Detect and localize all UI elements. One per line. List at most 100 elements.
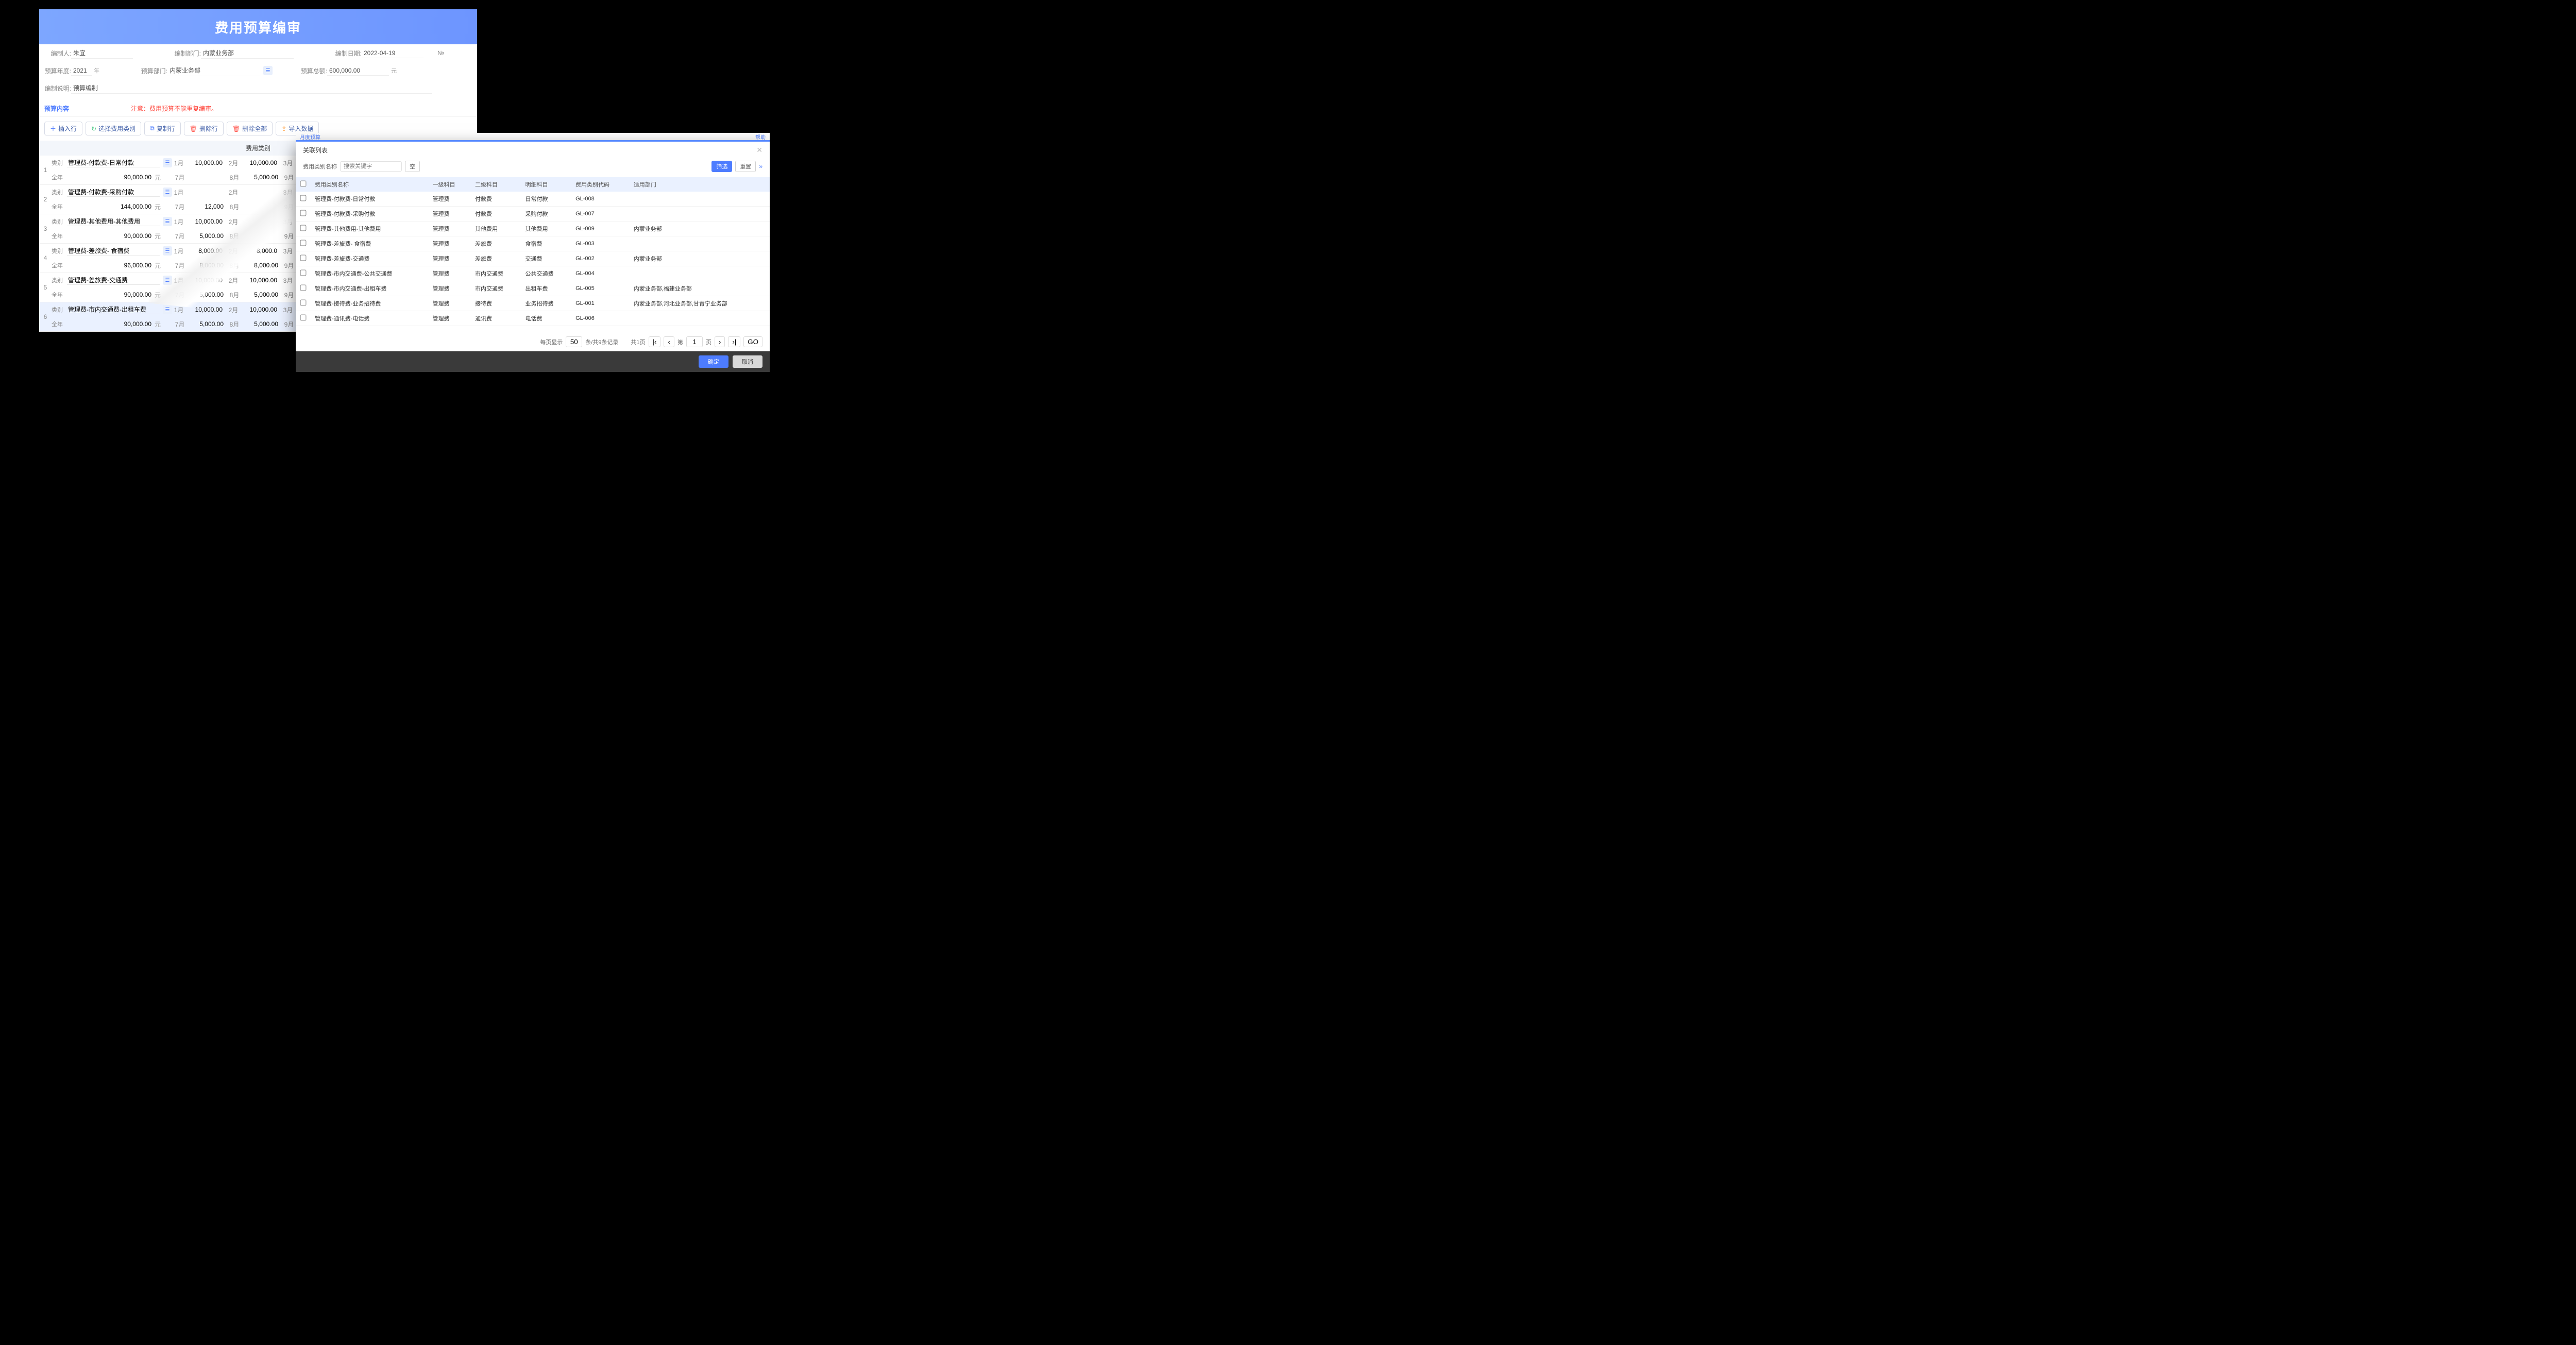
dept-picker-icon[interactable]: ☰ <box>263 66 273 75</box>
page-title: 费用预算编审 <box>215 18 301 37</box>
cell-name: 管理费-差旅费- 食宿费 <box>311 236 429 251</box>
row-cat-label: 类别 <box>52 305 67 314</box>
amount-cell[interactable]: 10,000.00 <box>185 306 227 313</box>
table-row[interactable]: 管理费-通讯费-电话费管理费通讯费电话费GL-006 <box>296 311 770 326</box>
choose-category-button[interactable]: ↻选择费用类别 <box>86 122 141 135</box>
row-checkbox[interactable] <box>300 255 307 261</box>
desc-value[interactable]: 预算编制 <box>71 82 432 94</box>
ok-button[interactable]: 确定 <box>699 355 728 368</box>
delete-all-button[interactable]: 🗑删除全部 <box>227 122 273 135</box>
category-picker-icon[interactable]: ☰ <box>163 305 172 314</box>
amount-cell[interactable]: 10,000.00 <box>185 159 227 166</box>
amount-cell[interactable]: 10,000.00 <box>240 277 281 284</box>
amount-cell[interactable]: 10,000.00 <box>185 218 227 225</box>
row-index: 2 <box>39 185 52 214</box>
desc-label: 编制说明: <box>44 84 71 93</box>
category-picker-icon[interactable]: ☰ <box>163 217 172 226</box>
filter-button[interactable]: 筛选 <box>711 161 732 172</box>
section-bar: 预算内容 注意：费用预算不能重复编审。 <box>39 101 477 116</box>
first-page-button[interactable]: |‹ <box>649 336 661 347</box>
table-row[interactable]: 管理费-其他费用-其他费用管理费其他费用其他费用GL-009内蒙业务部 <box>296 222 770 236</box>
last-page-button[interactable]: ›| <box>728 336 740 347</box>
col-l1: 一级科目 <box>429 177 471 192</box>
amount-cell[interactable]: 8,000.00 <box>187 262 228 269</box>
amount-cell[interactable]: 10,000.00 <box>240 159 281 166</box>
perpage-input[interactable] <box>566 336 582 347</box>
amount-cell[interactable]: 5,000.00 <box>187 320 228 328</box>
amount-cell[interactable]: 10,000.00 <box>185 277 227 284</box>
row-checkbox[interactable] <box>300 315 307 321</box>
category-cell[interactable]: 管理费-差旅费- 食宿费 <box>67 246 160 256</box>
amount-cell[interactable]: 8,000.00 <box>185 247 227 254</box>
table-row[interactable]: 管理费-接待费-业务招待费管理费接待费业务招待费GL-001内蒙业务部,河北业务… <box>296 296 770 311</box>
amount-cell[interactable]: 5,000.00 <box>187 291 228 298</box>
cell-l2: 接待费 <box>471 296 521 311</box>
cell-name: 管理费-市内交通费-出租车费 <box>311 281 429 296</box>
category-picker-icon[interactable]: ☰ <box>163 188 172 197</box>
next-page-button[interactable]: › <box>715 336 725 347</box>
plus-icon: ＋ <box>50 124 56 133</box>
category-cell[interactable]: 管理费-付款费-采购付款 <box>67 188 160 197</box>
currency-unit: 元 <box>155 232 161 241</box>
close-icon[interactable]: ✕ <box>756 146 762 155</box>
reset-button[interactable]: 重置 <box>735 161 756 172</box>
year-total-cell[interactable]: 96,000.00 <box>67 262 154 269</box>
preparer-value: 朱宜 <box>71 47 133 59</box>
year-total-cell[interactable]: 90,000.00 <box>67 291 154 298</box>
category-picker-icon[interactable]: ☰ <box>163 276 172 285</box>
category-picker-icon[interactable]: ☰ <box>163 158 172 167</box>
table-row[interactable]: 管理费-差旅费- 食宿费管理费差旅费食宿费GL-003 <box>296 236 770 251</box>
table-row[interactable]: 管理费-付款费-采购付款管理费付款费采购付款GL-007 <box>296 207 770 222</box>
prev-page-button[interactable]: ‹ <box>664 336 674 347</box>
go-button[interactable]: GO <box>743 336 762 347</box>
category-cell[interactable]: 管理费-市内交通费-出租车费 <box>67 305 160 314</box>
copy-row-button[interactable]: ⧉复制行 <box>144 122 181 135</box>
copy-icon: ⧉ <box>150 125 155 132</box>
amount-cell[interactable]: 8,000.0 <box>240 247 281 254</box>
year-total-cell[interactable]: 144,000.00 <box>67 203 154 210</box>
amount-cell[interactable]: 5,000.00 <box>187 232 228 240</box>
amount-cell[interactable]: 5,000.00 <box>241 291 282 298</box>
tab-budget-content[interactable]: 预算内容 <box>44 104 69 113</box>
row-checkbox[interactable] <box>300 210 307 216</box>
dialog-footer: 确定 取消 <box>296 351 770 372</box>
year-total-cell[interactable]: 90,000.00 <box>67 320 154 328</box>
insert-row-button[interactable]: ＋插入行 <box>44 122 82 135</box>
table-row[interactable]: 管理费-市内交通费-公共交通费管理费市内交通费公共交通费GL-004 <box>296 266 770 281</box>
month-label: 9月 <box>282 261 296 270</box>
table-row[interactable]: 管理费-差旅费-交通费管理费差旅费交通费GL-002内蒙业务部 <box>296 251 770 266</box>
amount-cell[interactable]: 12,000 <box>187 203 228 210</box>
amount-cell[interactable]: 8,000.00 <box>241 262 282 269</box>
year-total-cell[interactable]: 90,000.00 <box>67 174 154 181</box>
category-cell[interactable]: 管理费-付款费-日常付款 <box>67 158 160 167</box>
delete-row-button[interactable]: 🗑删除行 <box>184 122 224 135</box>
amount-cell[interactable]: 5,000.00 <box>241 320 282 328</box>
year-total-cell[interactable]: 90,000.00 <box>67 232 154 240</box>
expand-icon[interactable]: » <box>759 163 762 170</box>
select-all-checkbox[interactable] <box>300 181 307 187</box>
search-input[interactable] <box>340 161 402 172</box>
clear-button[interactable]: 空 <box>405 161 420 172</box>
amount-cell[interactable]: 5,000.00 <box>241 174 282 181</box>
month-label: 1月 <box>172 188 185 197</box>
parent-help-link[interactable]: 帮助 <box>755 133 766 141</box>
table-row[interactable]: 管理费-付款费-日常付款管理费付款费日常付款GL-008 <box>296 192 770 207</box>
parent-tab-monthly[interactable]: 月度预算 <box>300 133 320 141</box>
row-checkbox[interactable] <box>300 240 307 246</box>
category-cell[interactable]: 管理费-其他费用-其他费用 <box>67 217 160 226</box>
amount-cell[interactable]: 10,000.00 <box>240 306 281 313</box>
del-label: 删除行 <box>199 124 218 133</box>
row-checkbox[interactable] <box>300 225 307 231</box>
category-picker-icon[interactable]: ☰ <box>163 246 172 256</box>
row-checkbox[interactable] <box>300 195 307 201</box>
table-row[interactable]: 管理费-市内交通费-出租车费管理费市内交通费出租车费GL-005内蒙业务部,福建… <box>296 281 770 296</box>
row-index: 3 <box>39 214 52 243</box>
row-cat-label: 类别 <box>52 247 67 255</box>
row-checkbox[interactable] <box>300 270 307 276</box>
cancel-button[interactable]: 取消 <box>733 355 762 368</box>
category-cell[interactable]: 管理费-差旅费-交通费 <box>67 276 160 285</box>
meta-row-2: 预算年度: 2021 年 预算部门: 内蒙业务部 ☰ 预算总额: 600,000… <box>39 62 477 79</box>
row-checkbox[interactable] <box>300 300 307 306</box>
row-checkbox[interactable] <box>300 285 307 291</box>
page-input[interactable] <box>686 336 703 347</box>
